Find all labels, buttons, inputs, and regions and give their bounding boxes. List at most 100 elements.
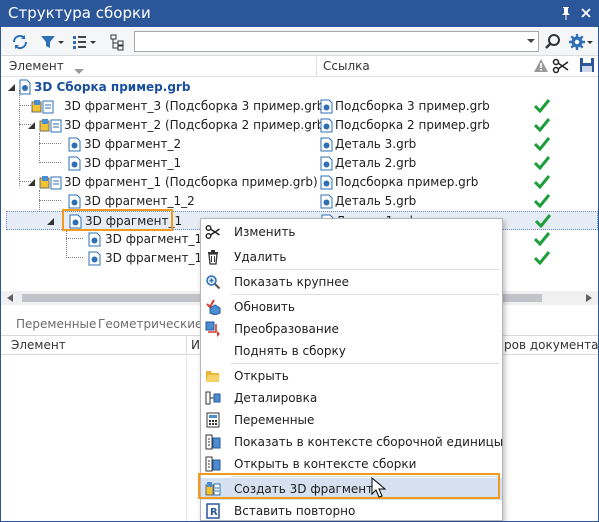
scissors-icon: [205, 225, 220, 239]
menu-item-label: Открыть в контексте сборки: [234, 457, 417, 471]
menu-item-label: Вставить повторно: [234, 504, 356, 518]
menu-item-label: Переменные: [234, 413, 315, 427]
column-separator[interactable]: [316, 57, 317, 77]
warning-icon[interactable]: [533, 58, 549, 77]
scissors-icon[interactable]: [552, 58, 570, 77]
tree-row-label: 3D фрагмент_1 (Подсборка пример.grb): [64, 175, 318, 189]
tree-row-ref: Подсборка 3 пример.grb: [335, 99, 490, 113]
menu-item-show-larger[interactable]: Показать крупнее: [201, 271, 502, 293]
menu-item-label: Показать крупнее: [234, 275, 350, 289]
menu-item-label: Деталировка: [234, 391, 318, 405]
panel-titlebar: Структура сборки: [1, 1, 598, 27]
column-element[interactable]: Элемент: [9, 59, 64, 73]
save-icon[interactable]: [579, 57, 595, 76]
tree-row-label: 3D фрагмент_3 (Подсборка 3 пример.grb): [64, 99, 330, 113]
refresh-icon[interactable]: [9, 31, 31, 53]
variables-icon: [206, 412, 220, 428]
fragment-assembly-icon: [31, 100, 54, 114]
search-icon[interactable]: [542, 31, 564, 53]
menu-item-raise-to-assembly[interactable]: Поднять в сборку: [201, 340, 502, 362]
menu-item-label: Показать в контексте сборочной единицы: [234, 435, 504, 449]
assembly-structure-panel: Структура сборки Элемент Ссылка 3D Сборк…: [0, 0, 599, 522]
menu-item-update[interactable]: Обновить: [201, 296, 502, 318]
tab-geometric[interactable]: Геометрические п: [98, 317, 214, 331]
tree-row[interactable]: 3D фрагмент_3 (Подсборка 3 пример.grb) П…: [1, 97, 598, 116]
fragment-icon: [88, 232, 101, 247]
menu-item-delete[interactable]: Удалить: [201, 246, 502, 268]
check-icon: [534, 156, 550, 170]
menu-item-label: Изменить: [234, 225, 296, 239]
menu-item-edit[interactable]: Изменить: [201, 221, 502, 243]
menu-item-variables[interactable]: Переменные: [201, 409, 502, 431]
column-separator[interactable]: [186, 336, 187, 355]
transform-icon: [205, 321, 220, 337]
update-icon: [206, 299, 221, 315]
pin-icon[interactable]: [558, 5, 574, 21]
link-file-icon: [320, 99, 333, 114]
check-icon: [534, 99, 550, 113]
tree-row-label: 3D фрагмент_2 (Подсборка 2 пример.grb): [64, 118, 330, 132]
fragment-icon: [68, 137, 81, 152]
list-options-icon[interactable]: [71, 31, 97, 53]
tree-row[interactable]: 3D фрагмент_1 Деталь 2.grb: [1, 154, 598, 173]
search-input[interactable]: [135, 32, 520, 51]
menu-item-open-in-context[interactable]: Открыть в контексте сборки: [201, 453, 502, 475]
tree-row-ref: Деталь 3.grb: [335, 137, 417, 151]
menu-item-open[interactable]: Открыть: [201, 365, 502, 387]
mouse-cursor-icon: [371, 477, 387, 498]
check-icon: [535, 214, 551, 228]
tree-row[interactable]: 3D фрагмент_1 (Подсборка пример.grb) Под…: [1, 173, 598, 192]
collapse-icon[interactable]: [28, 179, 35, 186]
menu-item-reinsert[interactable]: R Вставить повторно: [201, 500, 502, 521]
collapse-icon[interactable]: [8, 84, 15, 91]
tree-row-label: 3D фрагмент_1_2: [84, 194, 195, 208]
link-file-icon: [320, 156, 333, 171]
fragment-icon: [88, 251, 101, 266]
menu-item-label: Преобразование: [234, 322, 339, 336]
menu-item-transform[interactable]: Преобразование: [201, 318, 502, 340]
menu-item-show-in-context[interactable]: Показать в контексте сборочной единицы: [201, 431, 504, 453]
lower-column-trunc[interactable]: И: [191, 338, 200, 352]
filter-icon[interactable]: [39, 31, 65, 53]
tab-variables[interactable]: Переменные: [16, 317, 96, 331]
lower-column-right[interactable]: ров документа: [504, 338, 598, 352]
selection-highlight: [62, 209, 173, 231]
tree-row[interactable]: 3D фрагмент_2 Деталь 3.grb: [1, 135, 598, 154]
tree-row-root[interactable]: 3D Сборка пример.grb: [1, 78, 598, 97]
column-link[interactable]: Ссылка: [323, 59, 370, 73]
check-icon: [534, 251, 550, 265]
collapse-icon[interactable]: [28, 122, 35, 129]
link-file-icon: [320, 175, 333, 190]
menu-item-label: Поднять в сборку: [234, 344, 346, 358]
menu-item-label: Обновить: [234, 300, 295, 314]
lower-column-element[interactable]: Элемент: [11, 338, 66, 352]
menu-item-label: Открыть: [234, 369, 289, 383]
assembly-icon: [19, 79, 31, 95]
fragment-icon: [68, 156, 81, 171]
chevron-down-icon[interactable]: [526, 36, 536, 46]
tree-row-ref: Деталь 5.grb: [335, 194, 417, 208]
tree-row-ref: Подсборка пример.grb: [335, 175, 479, 189]
scroll-right-icon[interactable]: [586, 294, 592, 302]
folder-open-icon: [206, 371, 220, 382]
collapse-icon[interactable]: [47, 218, 54, 225]
scroll-left-icon[interactable]: [7, 294, 13, 302]
link-file-icon: [320, 118, 333, 133]
tree-row-ref: Подсборка 2 пример.grb: [335, 118, 490, 132]
sort-arrow-icon[interactable]: [74, 64, 84, 78]
panel-title: Структура сборки: [8, 4, 151, 22]
tree-root-label: 3D Сборка пример.grb: [34, 80, 191, 94]
settings-icon[interactable]: [567, 31, 595, 53]
menu-item-detailing[interactable]: Деталировка: [201, 387, 502, 409]
detail-icon: [205, 391, 221, 405]
tree-row-label: 3D фрагмент_1: [84, 156, 182, 170]
search-combo[interactable]: [134, 31, 539, 52]
menu-highlight: [198, 473, 500, 499]
tree-row[interactable]: 3D фрагмент_2 (Подсборка 2 пример.grb) П…: [1, 116, 598, 135]
close-icon[interactable]: [578, 5, 594, 21]
context-open-icon: [205, 456, 221, 472]
zoom-icon: [206, 275, 221, 290]
link-file-icon: [320, 137, 333, 152]
fragment-icon: [68, 194, 81, 209]
tree-icon[interactable]: [105, 31, 129, 53]
